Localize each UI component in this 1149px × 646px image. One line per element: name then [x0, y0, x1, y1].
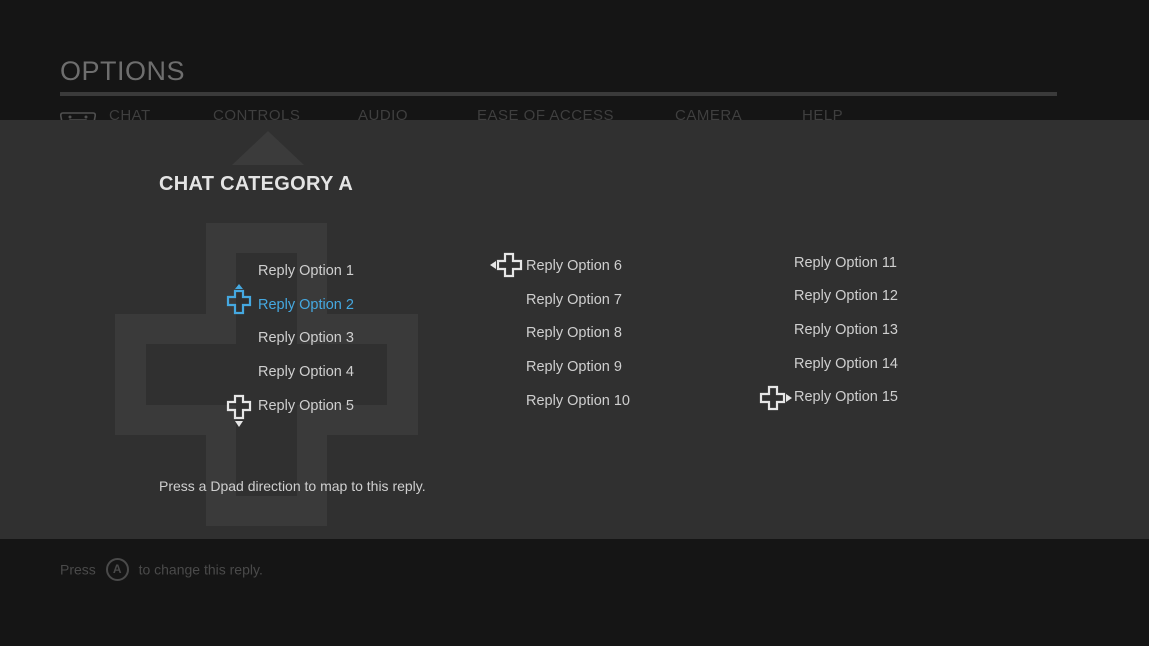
reply-option-1[interactable]: Reply Option 1 [258, 263, 354, 279]
reply-option-7[interactable]: Reply Option 7 [526, 292, 622, 308]
footer-hint: Press A to change this reply. [60, 558, 263, 581]
reply-option-3[interactable]: Reply Option 3 [258, 330, 354, 346]
reply-option-14[interactable]: Reply Option 14 [794, 356, 898, 372]
instruction-text: Press a Dpad direction to map to this re… [159, 478, 426, 494]
dpad-down-icon [226, 394, 252, 427]
reply-option-9[interactable]: Reply Option 9 [526, 359, 622, 375]
reply-option-15[interactable]: Reply Option 15 [794, 389, 898, 405]
reply-option-5[interactable]: Reply Option 5 [258, 398, 354, 414]
reply-option-11[interactable]: Reply Option 11 [794, 255, 897, 271]
reply-option-8[interactable]: Reply Option 8 [526, 325, 622, 341]
dpad-up-icon [226, 284, 252, 315]
reply-option-4[interactable]: Reply Option 4 [258, 364, 354, 380]
title-divider [60, 92, 1057, 96]
category-title: CHAT CATEGORY A [159, 173, 354, 195]
reply-option-10[interactable]: Reply Option 10 [526, 393, 630, 409]
page-title: OPTIONS [60, 56, 186, 86]
reply-option-12[interactable]: Reply Option 12 [794, 288, 898, 304]
dpad-right-icon [759, 385, 792, 411]
footer-press-text: Press [60, 561, 96, 578]
footer-action-text: to change this reply. [138, 561, 263, 578]
reply-option-13[interactable]: Reply Option 13 [794, 322, 898, 338]
reply-option-2[interactable]: Reply Option 2 [258, 297, 354, 313]
panel-pointer [232, 131, 304, 165]
dpad-left-icon [490, 252, 523, 278]
reply-option-6[interactable]: Reply Option 6 [526, 258, 622, 274]
a-button-icon: A [105, 558, 129, 581]
